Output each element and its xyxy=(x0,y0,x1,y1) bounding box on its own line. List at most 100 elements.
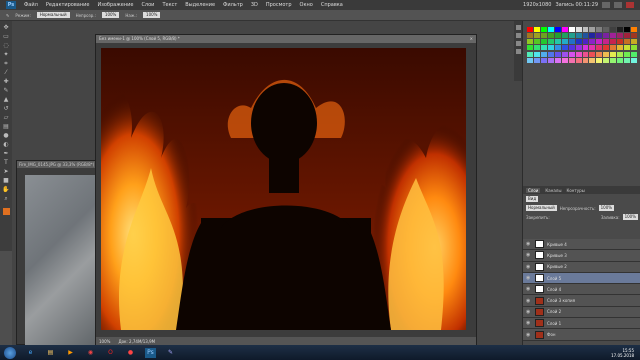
gradient-icon[interactable]: ▤ xyxy=(2,123,10,130)
swatch-cell[interactable] xyxy=(589,51,596,57)
swatch-cell[interactable] xyxy=(527,27,533,32)
menu-image[interactable]: Изображение xyxy=(97,2,133,8)
swatch-cell[interactable] xyxy=(582,51,589,57)
swatch-cell[interactable] xyxy=(589,57,596,63)
lasso-tool-icon[interactable]: ◌ xyxy=(2,42,10,49)
swatch-cell[interactable] xyxy=(547,27,554,32)
hand-icon[interactable]: ✋ xyxy=(2,186,10,193)
swatch-cell[interactable] xyxy=(547,57,554,63)
menu-filter[interactable]: Фильтр xyxy=(223,2,243,8)
swatch-cell[interactable] xyxy=(561,51,568,57)
swatch-cell[interactable] xyxy=(527,33,533,39)
swatch-cell[interactable] xyxy=(547,33,554,39)
paint-icon[interactable]: ✎ xyxy=(165,348,176,358)
swatch-cell[interactable] xyxy=(603,27,610,32)
history-brush-icon[interactable]: ↺ xyxy=(2,105,10,112)
shape-icon[interactable]: ■ xyxy=(2,177,10,184)
swatch-cell[interactable] xyxy=(568,57,575,63)
record-icon[interactable]: ● xyxy=(125,348,136,358)
swatch-cell[interactable] xyxy=(547,39,554,45)
swatch-cell[interactable] xyxy=(561,33,568,39)
swatch-cell[interactable] xyxy=(561,39,568,45)
background-document-title[interactable]: Fire_IMG_0145.JPG @ 33,3% (RGB/8*) xyxy=(17,161,99,168)
brush-icon[interactable]: ✎ xyxy=(2,87,10,94)
swatch-cell[interactable] xyxy=(568,33,575,39)
swatch-cell[interactable] xyxy=(554,51,561,57)
explorer-icon[interactable]: ▤ xyxy=(45,348,56,358)
swatch-cell[interactable] xyxy=(540,39,547,45)
swatch-cell[interactable] xyxy=(561,27,568,32)
swatch-cell[interactable] xyxy=(617,57,624,63)
swatch-cell[interactable] xyxy=(575,51,582,57)
menu-view[interactable]: Просмотр xyxy=(266,2,292,8)
layer-row[interactable]: ◉ Фон xyxy=(523,329,640,341)
crop-tool-icon[interactable]: ⌗ xyxy=(2,60,10,67)
layer-row[interactable]: ◉ Слой 4 xyxy=(523,284,640,296)
visibility-eye-icon[interactable]: ◉ xyxy=(526,264,532,270)
swatch-cell[interactable] xyxy=(617,33,624,39)
swatch-cell[interactable] xyxy=(527,39,533,45)
fill-field[interactable]: 100% xyxy=(622,214,638,220)
swatch-cell[interactable] xyxy=(540,27,547,32)
swatch-cell[interactable] xyxy=(533,51,540,57)
menu-type[interactable]: Текст xyxy=(162,2,177,8)
close-document-icon[interactable]: × xyxy=(470,35,476,43)
clone-stamp-icon[interactable]: ▲ xyxy=(2,96,10,103)
layer-opacity-field[interactable]: 100% xyxy=(598,205,615,211)
blend-mode-select[interactable]: Нормальный xyxy=(526,205,557,211)
magic-wand-icon[interactable]: ✦ xyxy=(2,51,10,58)
swatch-cell[interactable] xyxy=(603,51,610,57)
dodge-icon[interactable]: ◐ xyxy=(2,141,10,148)
swatch-cell[interactable] xyxy=(533,39,540,45)
zoom-level[interactable]: 100% xyxy=(99,339,110,344)
swatch-cell[interactable] xyxy=(603,57,610,63)
swatch-cell[interactable] xyxy=(589,27,596,32)
main-document-tab[interactable]: Без имени-1 @ 100% (Слой 5, RGB/8) * × xyxy=(96,35,476,43)
swatch-cell[interactable] xyxy=(631,33,637,39)
document-canvas[interactable] xyxy=(101,48,466,330)
swatch-cell[interactable] xyxy=(554,39,561,45)
swatch-cell[interactable] xyxy=(540,45,547,51)
menu-window[interactable]: Окно xyxy=(300,2,313,8)
media-player-icon[interactable]: ▶ xyxy=(65,348,76,358)
layer-row[interactable]: ◉ Кривые 3 xyxy=(523,250,640,262)
swatch-cell[interactable] xyxy=(589,33,596,39)
swatch-cell[interactable] xyxy=(568,51,575,57)
swatch-cell[interactable] xyxy=(533,45,540,51)
layer-row[interactable]: ◉ Слой 5 xyxy=(523,272,640,285)
swatch-cell[interactable] xyxy=(582,27,589,32)
swatch-cell[interactable] xyxy=(582,33,589,39)
layer-row[interactable]: ◉ Слой 2 xyxy=(523,306,640,319)
tab-channels[interactable]: Каналы xyxy=(545,188,561,193)
swatch-cell[interactable] xyxy=(617,45,624,51)
swatch-cell[interactable] xyxy=(631,45,637,51)
visibility-eye-icon[interactable]: ◉ xyxy=(526,286,532,292)
healing-brush-icon[interactable]: ✚ xyxy=(2,78,10,85)
layer-kind-filter[interactable]: Вид xyxy=(526,196,539,202)
swatch-cell[interactable] xyxy=(624,27,631,32)
swatch-cell[interactable] xyxy=(582,39,589,45)
swatch-cell[interactable] xyxy=(631,39,637,45)
zoom-icon[interactable]: ⌕ xyxy=(2,195,10,202)
marquee-tool-icon[interactable]: ▭ xyxy=(2,33,10,40)
swatch-cell[interactable] xyxy=(575,45,582,51)
visibility-eye-icon[interactable]: ◉ xyxy=(526,320,532,326)
swatch-cell[interactable] xyxy=(582,45,589,51)
swatch-cell[interactable] xyxy=(527,45,533,51)
background-document-window[interactable]: Fire_IMG_0145.JPG @ 33,3% (RGB/8*) xyxy=(16,160,101,346)
menu-select[interactable]: Выделение xyxy=(185,2,215,8)
swatch-cell[interactable] xyxy=(603,39,610,45)
swatches-panel[interactable] xyxy=(527,27,637,63)
swatch-cell[interactable] xyxy=(533,27,540,32)
swatch-cell[interactable] xyxy=(575,39,582,45)
swatch-cell[interactable] xyxy=(582,57,589,63)
swatch-cell[interactable] xyxy=(547,51,554,57)
type-icon[interactable]: T xyxy=(2,159,10,166)
eyedropper-icon[interactable]: ⁄ xyxy=(2,69,10,76)
swatch-cell[interactable] xyxy=(610,39,617,45)
tab-paths[interactable]: Контуры xyxy=(566,188,584,193)
swatch-cell[interactable] xyxy=(617,27,624,32)
swatch-cell[interactable] xyxy=(610,45,617,51)
swatch-cell[interactable] xyxy=(568,45,575,51)
chrome-icon[interactable]: ◉ xyxy=(85,348,96,358)
